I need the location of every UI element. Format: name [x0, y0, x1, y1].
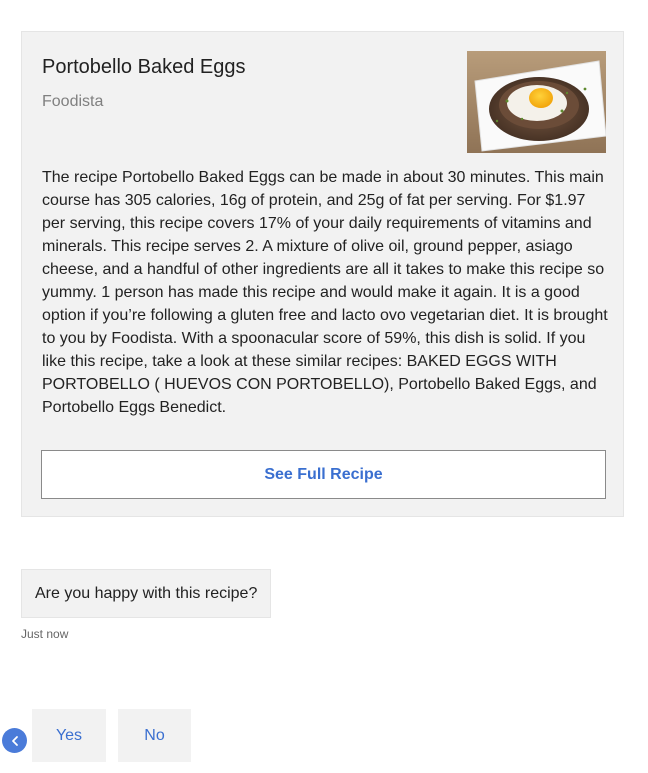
recipe-card: Portobello Baked Eggs Foodista The recip… — [21, 31, 624, 517]
baked-egg-in-mushroom-photo-icon — [467, 51, 606, 153]
recipe-image — [467, 51, 606, 153]
see-full-recipe-button[interactable]: See Full Recipe — [41, 450, 606, 499]
recipe-title: Portobello Baked Eggs — [42, 56, 246, 78]
bot-message-bubble: Are you happy with this recipe? — [21, 569, 272, 618]
recipe-source: Foodista — [42, 93, 104, 110]
no-button[interactable]: No — [118, 709, 191, 762]
yes-button[interactable]: Yes — [32, 709, 106, 762]
chevron-left-icon — [11, 735, 18, 746]
message-timestamp: Just now — [21, 627, 69, 641]
bot-message-text: Are you happy with this recipe? — [35, 584, 258, 602]
recipe-description: The recipe Portobello Baked Eggs can be … — [42, 169, 608, 416]
scroll-left-button[interactable] — [2, 728, 27, 753]
